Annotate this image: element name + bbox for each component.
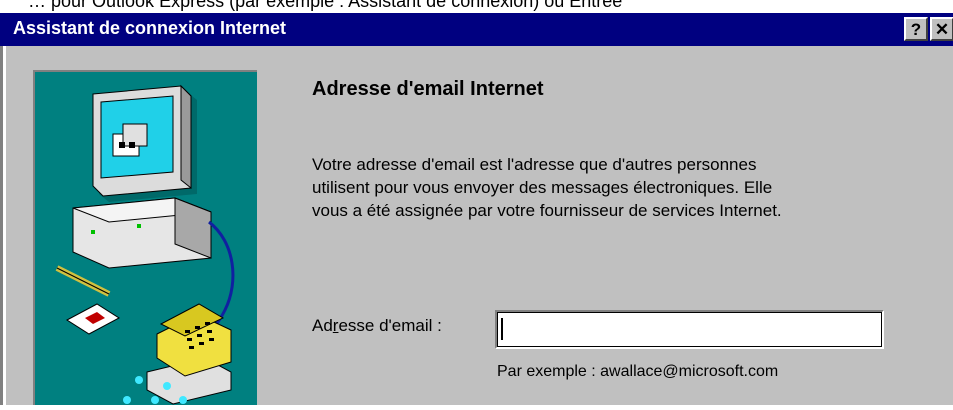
- help-icon: ?: [910, 19, 922, 39]
- text-caret: [501, 318, 503, 340]
- email-label: Adresse d'email :: [312, 316, 442, 336]
- background-text: … pour Outlook Express (par exemple : As…: [28, 0, 623, 11]
- help-button[interactable]: ?: [904, 17, 928, 41]
- description-line: utilisent pour vous envoyer des messages…: [312, 178, 773, 197]
- connection-wizard-window: Assistant de connexion Internet ? ✕ Adre…: [0, 13, 953, 405]
- window-border-highlight: [3, 46, 6, 405]
- description-line: vous a été assignée par votre fournisseu…: [312, 201, 782, 220]
- close-button[interactable]: ✕: [930, 17, 953, 41]
- wizard-illustration: [33, 70, 257, 405]
- computer-telephone-illustration: [55, 84, 235, 405]
- email-label-start: Ad: [312, 316, 333, 335]
- description: Votre adresse d'email est l'adresse que …: [312, 153, 912, 222]
- close-icon: ✕: [934, 19, 950, 39]
- email-input[interactable]: [495, 310, 884, 349]
- page-title: Adresse d'email Internet: [312, 78, 544, 100]
- window-title: Assistant de connexion Internet: [13, 18, 287, 38]
- description-line: Votre adresse d'email est l'adresse que …: [312, 155, 757, 174]
- background-window-text: … pour Outlook Express (par exemple : As…: [0, 0, 953, 13]
- title-bar[interactable]: Assistant de connexion Internet ? ✕: [0, 13, 953, 46]
- email-example: Par exemple : awallace@microsoft.com: [497, 363, 779, 380]
- email-label-end: esse d'email :: [338, 316, 442, 335]
